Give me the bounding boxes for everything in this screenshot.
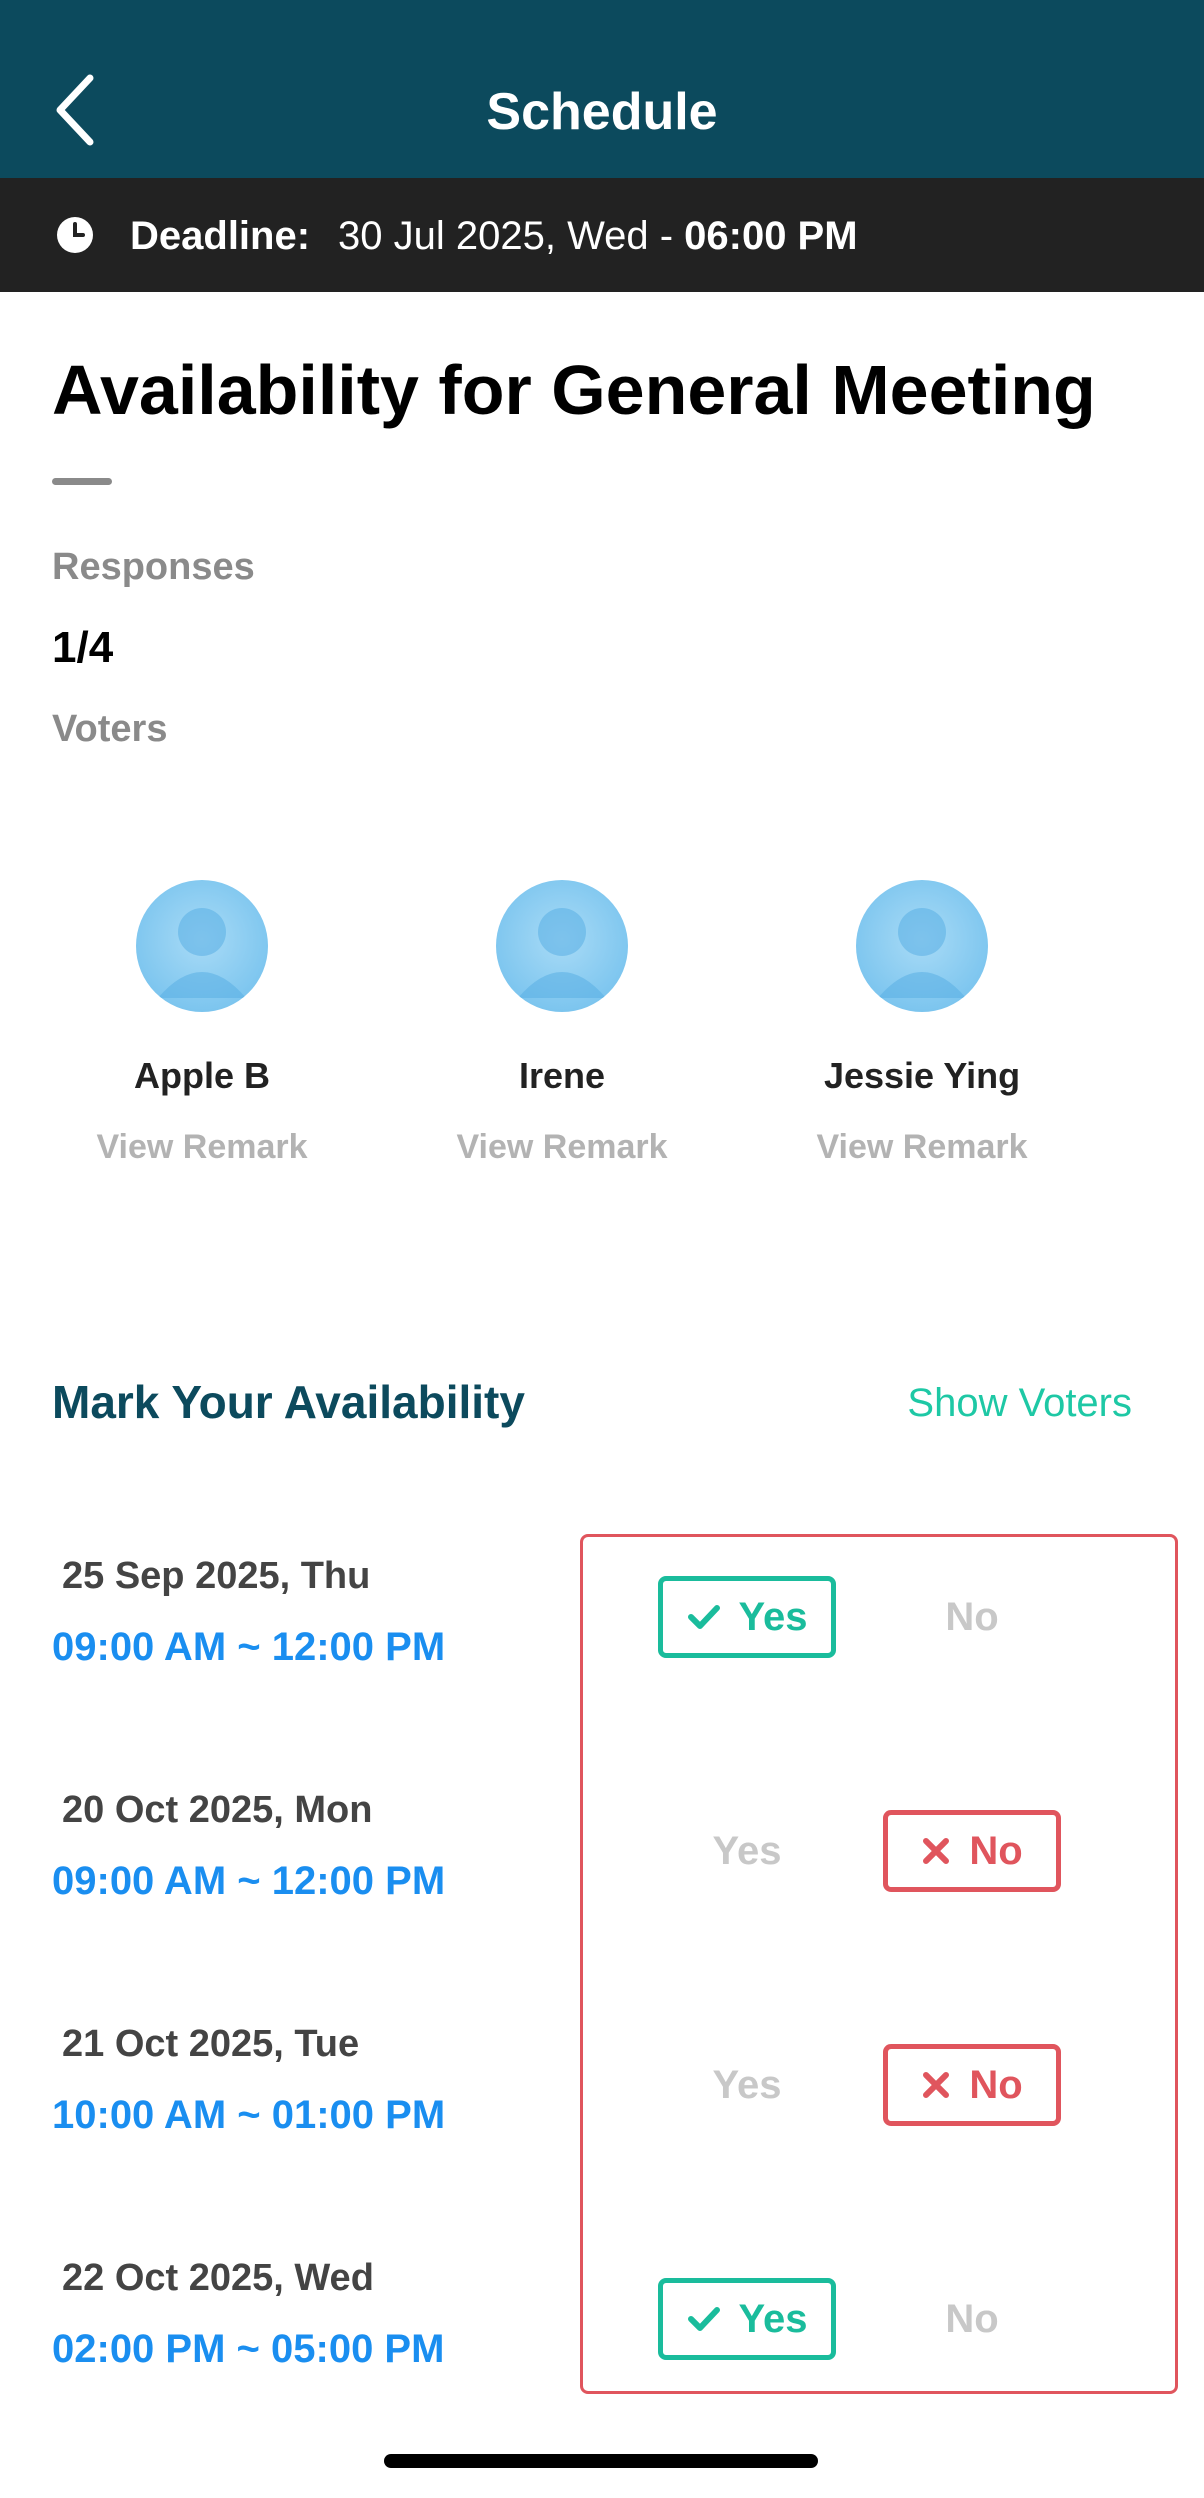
page-title: Schedule	[486, 83, 718, 141]
yes-label: Yes	[712, 1828, 782, 1873]
poll-title: Availability for General Meeting	[52, 351, 1096, 429]
deadline-date: 30 Jul 2025, Wed -	[338, 214, 685, 258]
responses-count: 1/4	[52, 623, 114, 672]
deadline-time: 06:00 PM	[684, 214, 858, 258]
yes-button[interactable]: Yes	[658, 2044, 836, 2126]
slot-time: 02:00 PM ~ 05:00 PM	[52, 2327, 445, 2371]
title-divider	[52, 478, 112, 485]
user-icon	[518, 908, 606, 998]
deadline-value: 30 Jul 2025, Wed - 06:00 PM	[338, 212, 858, 260]
voter-name: Irene	[518, 1055, 606, 1096]
deadline-label: Deadline:	[130, 214, 311, 258]
voter-name: Jessie Ying	[823, 1055, 1021, 1096]
show-voters-link[interactable]: Show Voters	[907, 1378, 1132, 1428]
no-button[interactable]: No	[883, 1576, 1061, 1658]
schedule-page: Schedule Deadline: 30 Jul 2025, Wed - 06…	[0, 0, 1204, 2498]
slot-date: 22 Oct 2025, Wed	[62, 2257, 374, 2299]
time-slot-row: 22 Oct 2025, Wed 02:00 PM ~ 05:00 PM Yes…	[0, 2254, 1204, 2454]
slot-time: 09:00 AM ~ 12:00 PM	[52, 1859, 446, 1903]
voters-label: Voters	[52, 708, 168, 750]
user-icon	[878, 908, 966, 998]
yes-button[interactable]: Yes	[658, 1576, 836, 1658]
slot-date: 25 Sep 2025, Thu	[62, 1555, 371, 1597]
yes-button[interactable]: Yes	[658, 2278, 836, 2360]
check-icon	[687, 2307, 720, 2331]
no-label: No	[945, 1594, 999, 1639]
no-button[interactable]: No	[883, 2044, 1061, 2126]
yes-button[interactable]: Yes	[658, 1810, 836, 1892]
avatar[interactable]	[856, 880, 988, 1012]
voter-name: Apple B	[133, 1055, 270, 1096]
top-app-bar: Schedule	[0, 0, 1204, 178]
close-icon	[923, 1838, 950, 1864]
slot-date: 21 Oct 2025, Tue	[62, 2023, 360, 2065]
yes-label: Yes	[738, 1594, 808, 1639]
view-remark-link[interactable]: View Remark	[762, 1126, 1082, 1168]
voter-irene: Irene View Remark	[402, 880, 722, 1168]
no-label: No	[969, 2062, 1023, 2107]
no-button[interactable]: No	[883, 2278, 1061, 2360]
responses-label: Responses	[52, 546, 255, 588]
close-icon	[923, 2072, 950, 2098]
slot-time: 09:00 AM ~ 12:00 PM	[52, 1625, 446, 1669]
time-slot-row: 21 Oct 2025, Tue 10:00 AM ~ 01:00 PM Yes…	[0, 2020, 1204, 2220]
yes-label: Yes	[738, 2296, 808, 2341]
voter-jessie-ying: Jessie Ying View Remark	[762, 880, 1082, 1168]
clock-icon	[57, 217, 93, 253]
no-label: No	[945, 2296, 999, 2341]
home-indicator[interactable]	[384, 2454, 818, 2468]
mark-availability-heading: Mark Your Availability	[52, 1376, 525, 1428]
deadline-bar: Deadline: 30 Jul 2025, Wed - 06:00 PM	[0, 178, 1204, 292]
voter-apple-b: Apple B View Remark	[42, 880, 362, 1168]
time-slot-row: 25 Sep 2025, Thu 09:00 AM ~ 12:00 PM Yes…	[0, 1552, 1204, 1752]
view-remark-link[interactable]: View Remark	[42, 1126, 362, 1168]
avatar[interactable]	[496, 880, 628, 1012]
check-icon	[687, 1605, 720, 1629]
avatar[interactable]	[136, 880, 268, 1012]
time-slot-row: 20 Oct 2025, Mon 09:00 AM ~ 12:00 PM Yes…	[0, 1786, 1204, 1986]
slot-date: 20 Oct 2025, Mon	[62, 1789, 373, 1831]
no-label: No	[969, 1828, 1023, 1873]
no-button[interactable]: No	[883, 1810, 1061, 1892]
user-icon	[158, 908, 246, 998]
yes-label: Yes	[712, 2062, 782, 2107]
view-remark-link[interactable]: View Remark	[402, 1126, 722, 1168]
slot-time: 10:00 AM ~ 01:00 PM	[52, 2093, 446, 2137]
